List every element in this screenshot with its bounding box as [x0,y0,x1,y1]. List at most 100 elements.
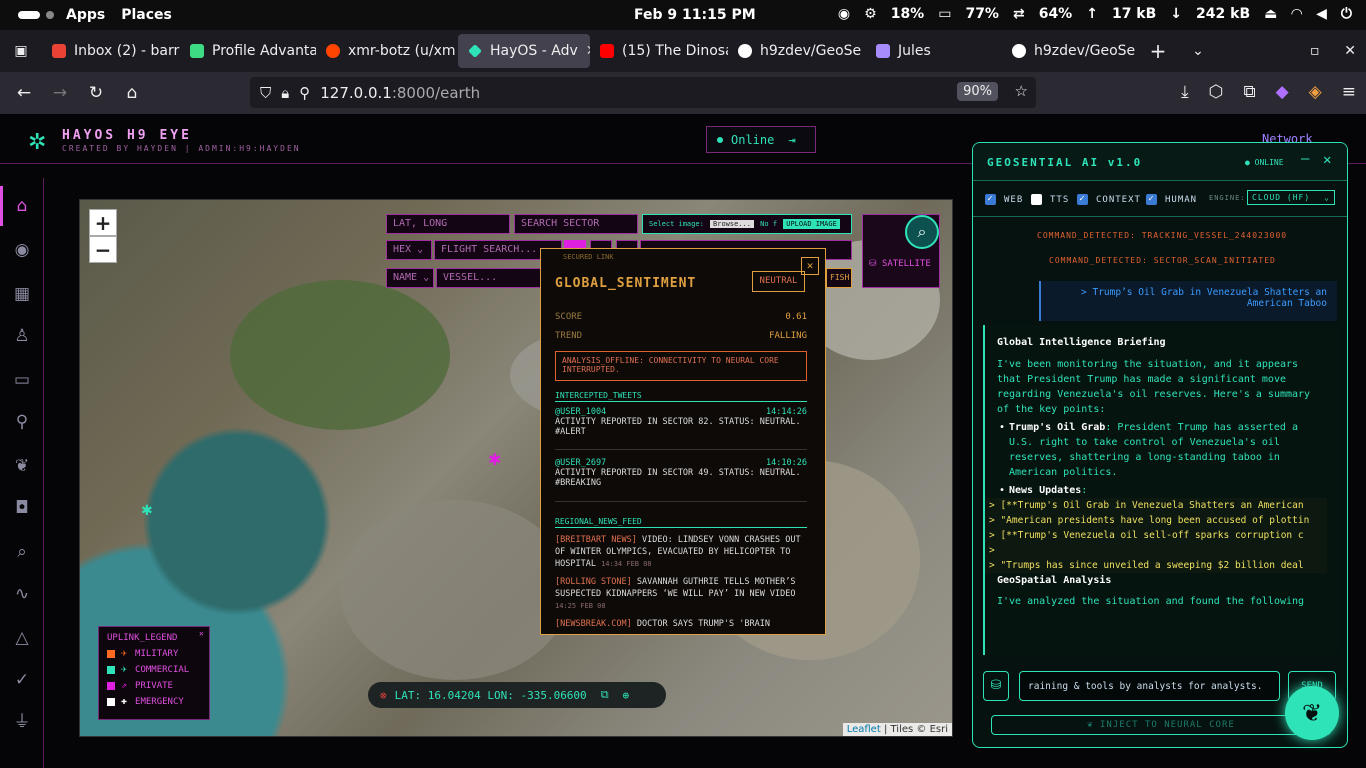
places-menu[interactable]: Places [121,7,172,23]
extension-badge-icon[interactable]: ◆ [1276,82,1289,102]
chat-icon[interactable]: ▭ [10,368,34,392]
eye-icon[interactable]: ◉ [10,238,34,262]
minimize-icon[interactable]: — [1301,151,1309,167]
extensions-icon[interactable]: ⧉ [1243,82,1255,102]
maximize-icon[interactable]: ▫ [1310,43,1320,59]
news-item[interactable]: [BREITBART NEWS] VIDEO: LINDSEY VONN CRA… [555,534,807,570]
image-upload-row: Select image: Browse... No f UPLOAD IMAG… [642,214,852,234]
downloads-icon[interactable]: ⤓ [1181,82,1189,102]
close-icon[interactable]: ✕ [1323,152,1331,168]
reload-icon[interactable]: ↻ [78,83,114,103]
engine-select[interactable]: CLOUD (HF) ⌄ [1247,190,1335,205]
news-item[interactable]: [ROLLING STONE] SAVANNAH GUTHRIE TELLS M… [555,576,807,612]
swap-icon: ⇄ [1012,6,1025,22]
power-icon[interactable]: ⏻ [1341,6,1352,22]
tab-gmail[interactable]: Inbox (2) - barr [42,34,180,68]
tab-github-2[interactable]: h9zdev/GeoSe [1002,34,1138,68]
apps-menu[interactable]: Apps [66,7,105,23]
close-window-icon[interactable]: ✕ [1344,43,1356,59]
copy-icon[interactable]: ⧉ [601,688,609,702]
camera-icon[interactable]: ◘ [10,496,34,520]
brain-fab-button[interactable]: ❦ [1285,686,1339,740]
extension-fox-icon[interactable]: ◈ [1309,82,1322,102]
browse-button[interactable]: Browse... [710,220,754,228]
news-quote: > [**Trump's Venezuela oil sell-off spar… [985,528,1327,543]
download-icon: ↓ [1170,6,1183,22]
checkbox-checked-icon: ✓ [1077,194,1088,205]
extension-cube-icon[interactable]: ⬡ [1209,82,1224,102]
permissions-icon[interactable]: ⚲ [299,84,310,102]
ai-prompt-input[interactable] [1019,671,1280,701]
web-checkbox[interactable]: ✓ WEB [985,194,1023,205]
tab-profile[interactable]: Profile Advanta [180,34,316,68]
wifi-icon[interactable]: ◠ [1291,6,1302,22]
zoom-in-button[interactable]: + [89,209,117,236]
vessel-search-input[interactable]: VESSEL... [436,268,546,288]
workspace-indicator[interactable] [46,11,54,19]
satellite-text: SATELLITE [881,259,931,269]
commercial-vessel-marker[interactable]: ✱ [141,503,153,519]
forward-icon[interactable]: → [42,83,78,103]
leaflet-link[interactable]: Leaflet [847,724,881,735]
user-icon[interactable]: ♙ [10,324,34,348]
satellite-toggle[interactable]: ⌕ ⛁ SATELLITE [862,214,940,288]
check-circle-icon[interactable]: ✓ [10,668,34,692]
workspace-indicator-active[interactable] [18,11,40,19]
fish-filter-button[interactable]: FISH [826,268,852,288]
sector-search-input[interactable]: SEARCH SECTOR [514,214,638,234]
home-icon[interactable]: ⌂ [114,83,150,103]
antenna-icon[interactable]: ⏚ [10,710,34,734]
shield-icon[interactable]: ⛉ [260,84,271,102]
tiles-credit: | Tiles © Esri [880,724,948,735]
tweet-time: 14:10:26 [766,458,807,468]
globe-icon[interactable]: ⊕ [623,689,630,702]
tab-github-1[interactable]: h9zdev/GeoSe [728,34,866,68]
inject-neural-core-button[interactable]: ❦ INJECT TO NEURAL CORE [991,715,1331,735]
trend-row: TREND FALLING [555,331,807,341]
legend-close-icon[interactable]: ✕ [199,629,204,638]
news-item[interactable]: [NEWSBREAK.COM] DOCTOR SAYS TRUMP'S 'BRA… [555,618,807,630]
hex-select[interactable]: HEX ⌄ [386,240,432,260]
tts-checkbox[interactable]: TTS [1031,194,1069,205]
clock[interactable]: Feb 9 11:15 PM [634,7,756,23]
lock-icon[interactable]: 🔒︎ [281,84,289,102]
tab-list-button[interactable]: ⌄ [1178,34,1218,68]
zoom-level[interactable]: 90% [957,82,998,101]
zoom-out-button[interactable]: − [89,236,117,263]
brain-icon: ❦ [1301,699,1323,727]
tab-reddit[interactable]: xmr-botz (u/xm [316,34,458,68]
brain-icon[interactable]: ❦ [10,454,34,478]
search-nav-icon[interactable]: ⌕ [10,540,34,564]
menu-icon[interactable]: ≡ [1342,82,1356,102]
tab-overview-button[interactable]: ▣ [0,34,42,68]
tab-hayos[interactable]: HayOS - Adv✕ [458,34,590,68]
tab-label: Inbox (2) - barr [74,43,180,59]
back-icon[interactable]: ← [6,83,42,103]
warning-icon[interactable]: △ [10,626,34,650]
tab-youtube[interactable]: (15) The Dinosa [590,34,728,68]
chevron-down-icon: ⌄ [1192,43,1204,59]
location-pin-icon[interactable]: ⚲ [10,410,34,434]
database-icon[interactable]: ⛁ [983,671,1009,701]
new-tab-button[interactable]: + [1138,34,1178,68]
private-vessel-marker[interactable]: ✱ [488,450,501,469]
home-nav-icon[interactable]: ⌂ [10,194,34,218]
bookmark-star-icon[interactable]: ☆ [1015,82,1028,100]
eject-icon[interactable]: ⏏ [1264,6,1277,22]
context-checkbox[interactable]: ✓ CONTEXT [1077,194,1141,205]
emergency-cross-icon: ✚ [121,696,128,707]
address-bar[interactable]: ⛉ 🔒︎ ⚲ 127.0.0.1:8000/earth 90% ☆ [250,77,1036,108]
hayos-icon [468,44,482,58]
news-time: 14:34 FEB 08 [601,560,652,568]
human-checkbox[interactable]: ✓ HUMAN [1146,194,1197,205]
name-select[interactable]: NAME ⌄ [386,268,434,288]
volume-icon[interactable]: ◀ [1316,6,1327,22]
grid-icon[interactable]: ▦ [10,282,34,306]
activity-icon[interactable]: ∿ [10,582,34,606]
lat-long-input[interactable]: LAT, LONG [386,214,510,234]
search-icon[interactable]: ⌕ [905,215,939,249]
logout-icon[interactable]: ⇥ [788,133,795,147]
upload-image-button[interactable]: UPLOAD IMAGE [783,219,840,229]
discord-tray-icon[interactable]: ◉ [838,6,850,22]
tab-jules[interactable]: Jules [866,34,1002,68]
